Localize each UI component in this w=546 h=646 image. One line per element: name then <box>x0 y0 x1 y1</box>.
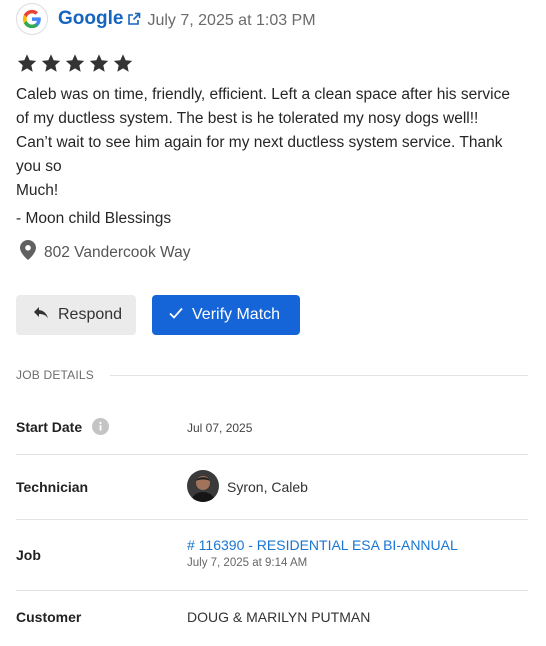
review-text-line: of my ductless system. The best is he to… <box>16 110 479 127</box>
start-date-value: Jul 07, 2025 <box>187 421 253 435</box>
technician-row: Technician Syron, Caleb <box>16 455 528 520</box>
checkmark-icon <box>169 306 183 324</box>
respond-label: Respond <box>58 306 123 323</box>
star-icon <box>40 52 62 74</box>
section-divider <box>110 374 528 376</box>
start-date-label-wrap: Start Date <box>16 418 110 435</box>
job-details-header: JOB DETAILS <box>16 368 528 382</box>
star-icon <box>88 52 110 74</box>
review-date: July 7, 2025 at 1:03 PM <box>147 12 316 29</box>
review-text-line: Caleb was on time, friendly, efficient. … <box>16 86 510 103</box>
job-row: Job # 116390 - RESIDENTIAL ESA BI-ANNUAL… <box>16 520 528 591</box>
section-title: JOB DETAILS <box>16 368 94 382</box>
review-text-line: you so <box>16 158 62 175</box>
technician-name: Syron, Caleb <box>227 479 308 495</box>
star-rating <box>16 52 134 74</box>
google-source-link[interactable]: Google <box>58 8 141 30</box>
location-label: 802 Vandercook Way <box>44 243 191 261</box>
customer-label: Customer <box>16 609 82 625</box>
technician-avatar <box>187 470 219 502</box>
verify-match-label: Verify Match <box>192 306 281 323</box>
customer-value: DOUG & MARILYN PUTMAN <box>187 609 371 625</box>
review-text-line: Can’t wait to see him again for my next … <box>16 134 503 151</box>
info-icon[interactable] <box>92 418 110 435</box>
job-info: # 116390 - RESIDENTIAL ESA BI-ANNUAL Jul… <box>187 537 458 569</box>
source-label: Google <box>58 8 124 29</box>
star-icon <box>16 52 38 74</box>
review-text-line: Much! <box>16 182 59 199</box>
review-location: 802 Vandercook Way <box>20 240 190 265</box>
technician-label: Technician <box>16 479 89 495</box>
star-icon <box>112 52 134 74</box>
reply-icon <box>34 306 48 324</box>
location-pin-icon <box>20 240 36 265</box>
job-link[interactable]: # 116390 - RESIDENTIAL ESA BI-ANNUAL <box>187 537 458 553</box>
start-date-label: Start Date <box>16 418 83 435</box>
respond-button[interactable]: Respond <box>16 295 136 335</box>
job-label: Job <box>16 547 41 563</box>
external-link-icon <box>127 12 141 26</box>
review-signature: - Moon child Blessings <box>16 210 172 227</box>
customer-row: Customer DOUG & MARILYN PUTMAN <box>16 591 528 646</box>
review-text: Caleb was on time, friendly, efficient. … <box>16 83 531 203</box>
star-icon <box>64 52 86 74</box>
job-date: July 7, 2025 at 9:14 AM <box>187 557 308 569</box>
start-date-row: Start Date Jul 07, 2025 <box>16 400 528 455</box>
verify-match-button[interactable]: Verify Match <box>152 295 300 335</box>
review-header: Google July 7, 2025 at 1:03 PM <box>16 3 316 35</box>
google-logo-icon <box>16 3 48 35</box>
